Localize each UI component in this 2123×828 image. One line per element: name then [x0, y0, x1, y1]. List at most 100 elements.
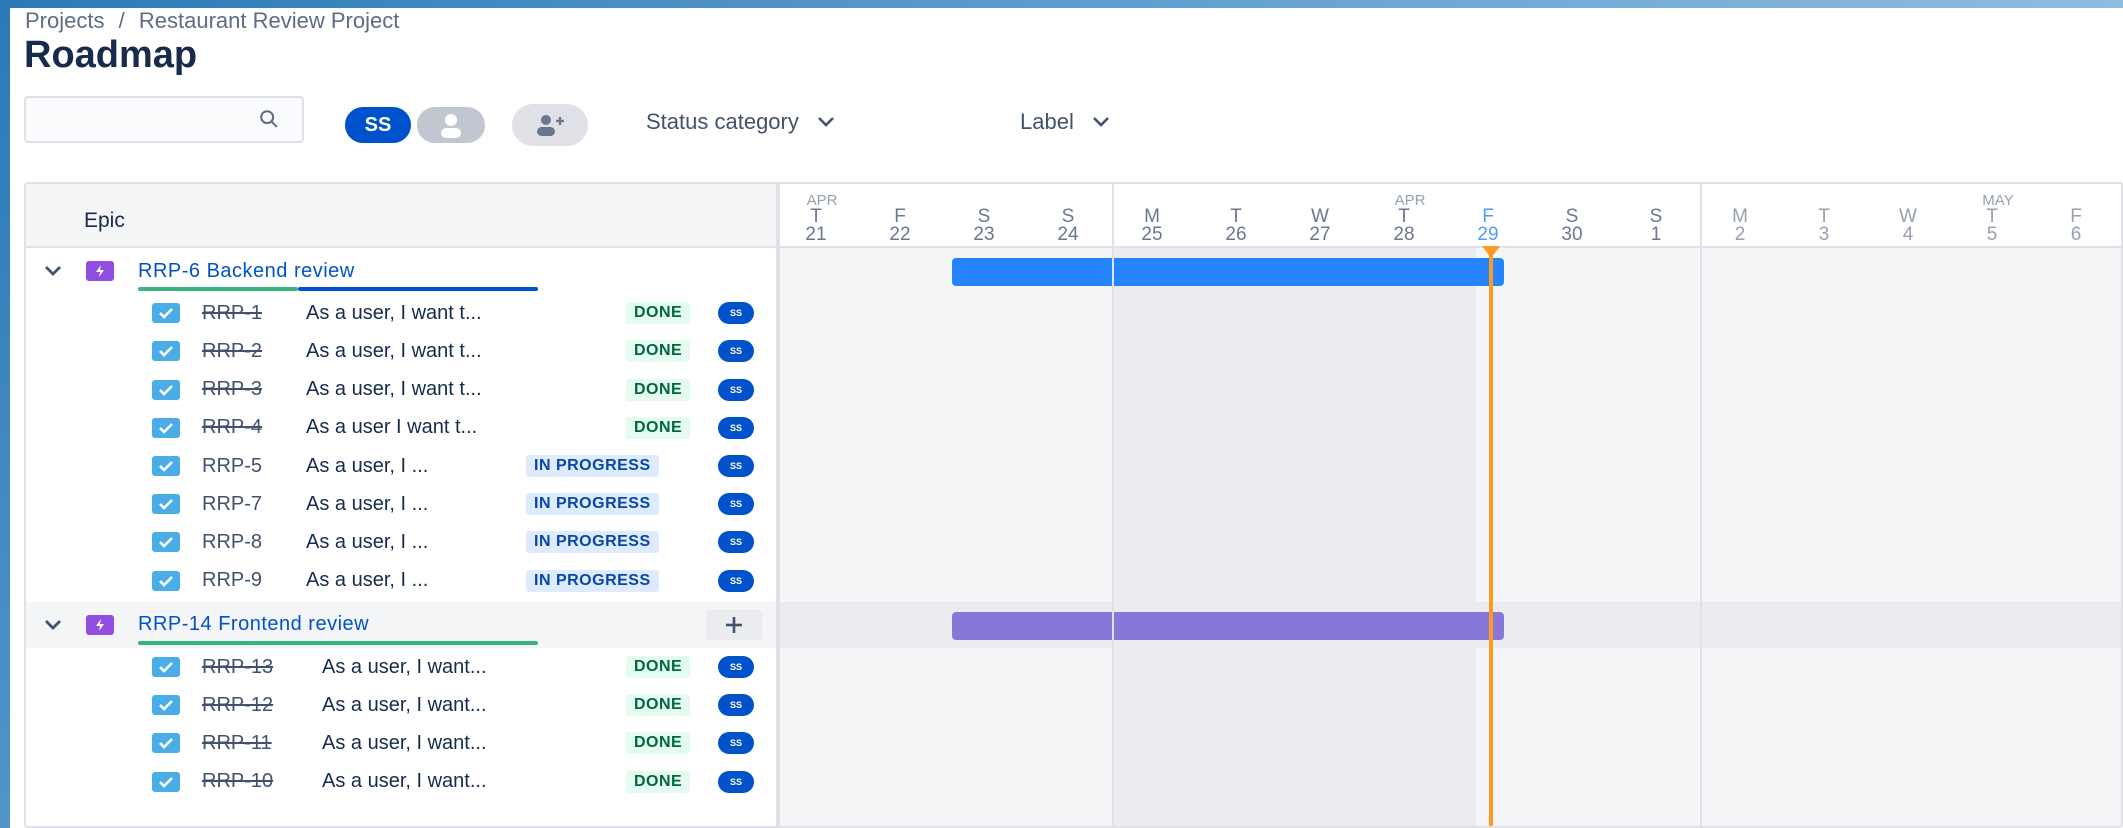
timeline-day: M2 — [1698, 207, 1782, 245]
checkmark-icon — [159, 308, 173, 320]
add-child-issue-button[interactable] — [706, 609, 762, 640]
issue-key[interactable]: RRP-5 — [202, 455, 262, 478]
day-number: 22 — [889, 224, 911, 245]
issue-row[interactable]: RRP-8 As a user, I ... IN PROGRESS SS — [26, 523, 776, 561]
checkmark-icon — [159, 499, 173, 511]
issue-row[interactable]: RRP-7 As a user, I ... IN PROGRESS SS — [26, 485, 776, 523]
day-number: 23 — [973, 224, 995, 245]
task-icon — [152, 733, 180, 754]
search-field[interactable] — [24, 96, 304, 143]
breadcrumb-project-link[interactable]: Restaurant Review Project — [139, 8, 399, 33]
issue-summary[interactable]: As a user, I ... — [306, 531, 428, 554]
issue-key[interactable]: RRP-12 — [202, 694, 273, 717]
epic-row[interactable]: RRP-14 Frontend review — [26, 606, 776, 644]
assignee-avatar[interactable]: SS — [718, 694, 754, 717]
assignee-avatar[interactable]: SS — [718, 656, 754, 678]
assignee-avatar[interactable]: SS — [718, 340, 754, 363]
issue-key[interactable]: RRP-10 — [202, 770, 273, 793]
assignee-avatar[interactable]: SS — [718, 493, 754, 516]
issue-summary[interactable]: As a user, I ... — [306, 569, 428, 592]
assignee-avatar[interactable]: SS — [718, 416, 754, 439]
issue-row[interactable]: RRP-10 As a user, I want... DONE SS — [26, 763, 776, 801]
search-input[interactable] — [36, 98, 236, 138]
assignee-avatar[interactable]: SS — [718, 770, 754, 793]
day-number: 2 — [1734, 224, 1746, 245]
day-number: 24 — [1057, 224, 1079, 245]
task-icon — [152, 456, 180, 476]
assignee-avatar[interactable]: SS — [718, 302, 754, 325]
issue-summary[interactable]: As a user, I want... — [322, 694, 487, 717]
checkmark-icon — [159, 537, 173, 549]
issue-key[interactable]: RRP-8 — [202, 531, 262, 554]
person-icon — [441, 114, 461, 138]
issue-row[interactable]: RRP-2 As a user, I want t... DONE SS — [26, 332, 776, 370]
user-avatar[interactable] — [414, 104, 488, 146]
assignee-avatar[interactable]: SS — [718, 531, 754, 554]
status-lozenge: DONE — [626, 732, 691, 755]
status-lozenge: DONE — [626, 416, 691, 439]
checkmark-icon — [159, 700, 173, 712]
issue-summary[interactable]: As a user, I want... — [322, 732, 487, 755]
issue-row[interactable]: RRP-1 As a user, I want t... DONE SS — [26, 294, 776, 332]
chevron-down-icon — [817, 117, 834, 127]
current-user-avatar[interactable]: SS — [342, 104, 414, 146]
issue-key[interactable]: RRP-3 — [202, 378, 262, 401]
issue-key[interactable]: RRP-4 — [202, 416, 262, 439]
issue-row[interactable]: RRP-13 As a user, I want... DONE SS — [26, 648, 776, 686]
issue-summary[interactable]: As a user, I want t... — [306, 340, 482, 363]
chevron-down-icon[interactable] — [44, 265, 62, 277]
epic-timeline-bar[interactable] — [952, 611, 1504, 640]
timeline-day: T 26 — [1194, 207, 1278, 244]
task-icon — [152, 303, 180, 324]
issue-key[interactable]: RRP-11 — [202, 732, 272, 755]
issue-key[interactable]: RRP-2 — [202, 340, 262, 363]
epic-timeline-bar[interactable] — [952, 258, 1504, 286]
label-filter[interactable]: Label — [1020, 109, 1110, 135]
plus-icon — [726, 616, 742, 633]
issue-summary[interactable]: As a user, I want... — [322, 656, 487, 679]
issue-key[interactable]: RRP-13 — [202, 656, 273, 679]
epic-progress-done — [138, 287, 298, 291]
issue-row[interactable]: RRP-5 As a user, I ... IN PROGRESS SS — [26, 447, 776, 485]
issue-key[interactable]: RRP-9 — [202, 569, 262, 592]
epic-key-and-name[interactable]: RRP-6 Backend review — [138, 260, 355, 283]
epic-key-and-name[interactable]: RRP-14 Frontend review — [138, 613, 369, 636]
checkmark-icon — [159, 738, 173, 750]
add-people-button[interactable] — [512, 104, 588, 146]
week-divider — [1700, 184, 1702, 826]
status-lozenge: DONE — [626, 770, 691, 793]
page-title: Roadmap — [24, 34, 198, 76]
checkmark-icon — [159, 776, 173, 788]
issue-row[interactable]: RRP-12 As a user, I want... DONE SS — [26, 686, 776, 724]
breadcrumb-projects-link[interactable]: Projects — [25, 8, 104, 33]
week-shade — [1112, 248, 1476, 826]
issue-summary[interactable]: As a user, I want t... — [306, 302, 482, 325]
issue-summary[interactable]: As a user, I ... — [306, 493, 428, 516]
status-lozenge: DONE — [626, 340, 691, 363]
task-icon — [152, 341, 180, 362]
status-category-filter[interactable]: Status category — [646, 109, 835, 135]
assignee-avatar[interactable]: SS — [718, 569, 754, 592]
timeline-day: F6 — [2034, 207, 2118, 244]
issue-summary[interactable]: As a user I want t... — [306, 416, 477, 439]
task-icon — [152, 771, 180, 792]
issue-row[interactable]: RRP-9 As a user, I ... IN PROGRESS SS — [26, 562, 776, 600]
issue-key[interactable]: RRP-7 — [202, 493, 262, 516]
issue-summary[interactable]: As a user, I want... — [322, 770, 487, 793]
chevron-down-icon[interactable] — [44, 619, 62, 631]
assignee-avatar[interactable]: SS — [718, 455, 754, 477]
assignee-avatar[interactable]: SS — [718, 378, 754, 401]
issue-row[interactable]: RRP-3 As a user, I want t... DONE SS — [26, 371, 776, 409]
issue-row[interactable]: RRP-4 As a user I want t... DONE SS — [26, 409, 776, 447]
issue-summary[interactable]: As a user, I want t... — [306, 378, 482, 401]
status-lozenge: IN PROGRESS — [526, 455, 659, 477]
epic-row[interactable]: RRP-6 Backend review — [26, 252, 776, 290]
issue-key[interactable]: RRP-1 — [202, 302, 262, 325]
assignee-avatar[interactable]: SS — [718, 732, 754, 755]
day-number: 5 — [1986, 224, 1998, 245]
issue-summary[interactable]: As a user, I ... — [306, 455, 428, 478]
checkmark-icon — [159, 346, 173, 358]
issue-row[interactable]: RRP-11 As a user, I want... DONE SS — [26, 724, 776, 762]
timeline-day: M 25 — [1110, 207, 1194, 244]
timeline-body — [780, 248, 2121, 826]
